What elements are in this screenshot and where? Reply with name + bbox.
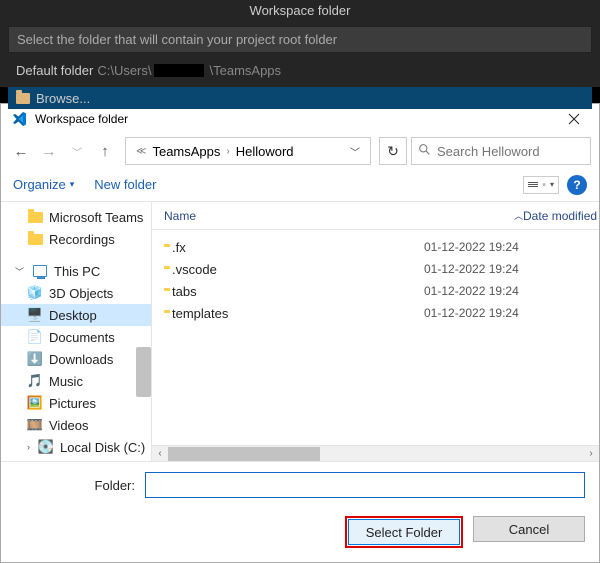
crumb-dropdown[interactable]: ﹀ <box>344 144 366 159</box>
3d-icon: 🧊 <box>27 286 43 300</box>
help-button[interactable]: ? <box>567 175 587 195</box>
file-row[interactable]: .vscode01-12-2022 19:24 <box>152 258 599 280</box>
crumb-seg-1[interactable]: TeamsApps <box>152 144 220 159</box>
file-row[interactable]: tabs01-12-2022 19:24 <box>152 280 599 302</box>
sidebar-item-localdisk[interactable]: ›💽Local Disk (C:) <box>1 436 151 458</box>
col-name[interactable]: Name <box>164 209 424 223</box>
palette-title: Workspace folder <box>0 0 600 22</box>
default-path-suffix: \TeamsApps <box>210 63 282 78</box>
scroll-right-icon[interactable]: › <box>583 448 599 459</box>
option-label: Default folder <box>16 63 93 78</box>
select-folder-button[interactable]: Select Folder <box>348 519 460 545</box>
default-path-prefix: C:\Users\ <box>97 63 151 78</box>
forward-button[interactable]: → <box>37 139 61 163</box>
recent-dropdown[interactable]: ﹀ <box>65 139 89 163</box>
sidebar-item-3dobjects[interactable]: 🧊3D Objects <box>1 282 151 304</box>
pc-icon <box>33 265 47 277</box>
list-icon <box>528 182 538 187</box>
breadcrumb[interactable]: ≪ TeamsApps › Helloword ﹀ <box>125 137 371 165</box>
folder-icon <box>16 93 30 104</box>
sidebar-item-pictures[interactable]: 🖼️Pictures <box>1 392 151 414</box>
scroll-thumb[interactable] <box>168 447 320 461</box>
disk-icon: 💽 <box>38 440 54 454</box>
expand-icon: › <box>27 442 30 452</box>
view-mode-button[interactable]: ▪ ▾ <box>523 176 559 194</box>
downloads-icon: ⬇️ <box>27 352 43 366</box>
redacted-username <box>154 64 204 77</box>
browse-label: Browse... <box>36 91 90 106</box>
cancel-button[interactable]: Cancel <box>473 516 585 542</box>
chevron-right-icon: › <box>226 146 229 157</box>
folder-picker-dialog: Workspace folder ← → ﹀ ↑ ≪ TeamsApps › H… <box>0 103 600 563</box>
crumb-seg-2[interactable]: Helloword <box>236 144 294 159</box>
chevron-down-icon: ▾ <box>550 180 554 189</box>
palette-input[interactable]: Select the folder that will contain your… <box>8 26 592 53</box>
sidebar-item-msteams[interactable]: Microsoft Teams <box>1 206 151 228</box>
col-date[interactable]: Date modified <box>523 209 600 223</box>
file-row[interactable]: .fx01-12-2022 19:24 <box>152 236 599 258</box>
horizontal-scrollbar[interactable]: ‹ › <box>152 445 599 461</box>
up-button[interactable]: ↑ <box>93 139 117 163</box>
column-headers[interactable]: Name ︿ Date modified <box>152 202 599 230</box>
sidebar-item-music[interactable]: 🎵Music <box>1 370 151 392</box>
sidebar-item-downloads[interactable]: ⬇️Downloads <box>1 348 151 370</box>
sort-asc-icon: ︿ <box>514 209 523 222</box>
back-button[interactable]: ← <box>9 139 33 163</box>
command-palette: Workspace folder Select the folder that … <box>0 0 600 103</box>
palette-option-default[interactable]: Default folder C:\Users\ \TeamsApps <box>8 59 592 81</box>
sidebar: Microsoft Teams Recordings ﹀This PC 🧊3D … <box>1 202 151 461</box>
folder-input[interactable] <box>145 472 585 498</box>
sidebar-item-videos[interactable]: 🎞️Videos <box>1 414 151 436</box>
vscode-icon <box>11 111 27 127</box>
dialog-title: Workspace folder <box>35 112 128 126</box>
select-folder-highlight: Select Folder <box>345 516 463 548</box>
videos-icon: 🎞️ <box>27 418 43 432</box>
expand-icon: ﹀ <box>15 265 24 278</box>
music-icon: 🎵 <box>27 374 43 388</box>
search-icon <box>418 143 431 159</box>
sidebar-item-desktop[interactable]: 🖥️Desktop <box>1 304 151 326</box>
documents-icon: 📄 <box>27 330 43 344</box>
toolbar: Organize ▾ New folder ▪ ▾ ? <box>1 168 599 202</box>
sidebar-item-thispc[interactable]: ﹀This PC <box>1 260 151 282</box>
close-button[interactable] <box>555 105 593 133</box>
sidebar-item-recordings[interactable]: Recordings <box>1 228 151 250</box>
new-folder-button[interactable]: New folder <box>94 177 156 192</box>
search-box[interactable] <box>411 137 591 165</box>
file-row[interactable]: templates01-12-2022 19:24 <box>152 302 599 324</box>
scroll-left-icon[interactable]: ‹ <box>152 448 168 459</box>
search-input[interactable] <box>437 144 584 159</box>
refresh-button[interactable]: ↻ <box>379 137 407 165</box>
chevron-left-icon: ≪ <box>136 146 146 157</box>
pictures-icon: 🖼️ <box>27 396 43 410</box>
file-list: Name ︿ Date modified .fx01-12-2022 19:24… <box>151 202 599 461</box>
nav-row: ← → ﹀ ↑ ≪ TeamsApps › Helloword ﹀ ↻ <box>1 134 599 168</box>
desktop-icon: 🖥️ <box>27 308 43 322</box>
chevron-down-icon: ▾ <box>70 179 75 190</box>
dialog-footer: Folder: Select Folder Cancel <box>1 462 599 562</box>
sidebar-item-documents[interactable]: 📄Documents <box>1 326 151 348</box>
palette-option-browse[interactable]: Browse... <box>8 87 592 109</box>
folder-label: Folder: <box>15 478 135 493</box>
sidebar-scrollbar[interactable] <box>136 347 151 397</box>
organize-button[interactable]: Organize ▾ <box>13 177 74 192</box>
